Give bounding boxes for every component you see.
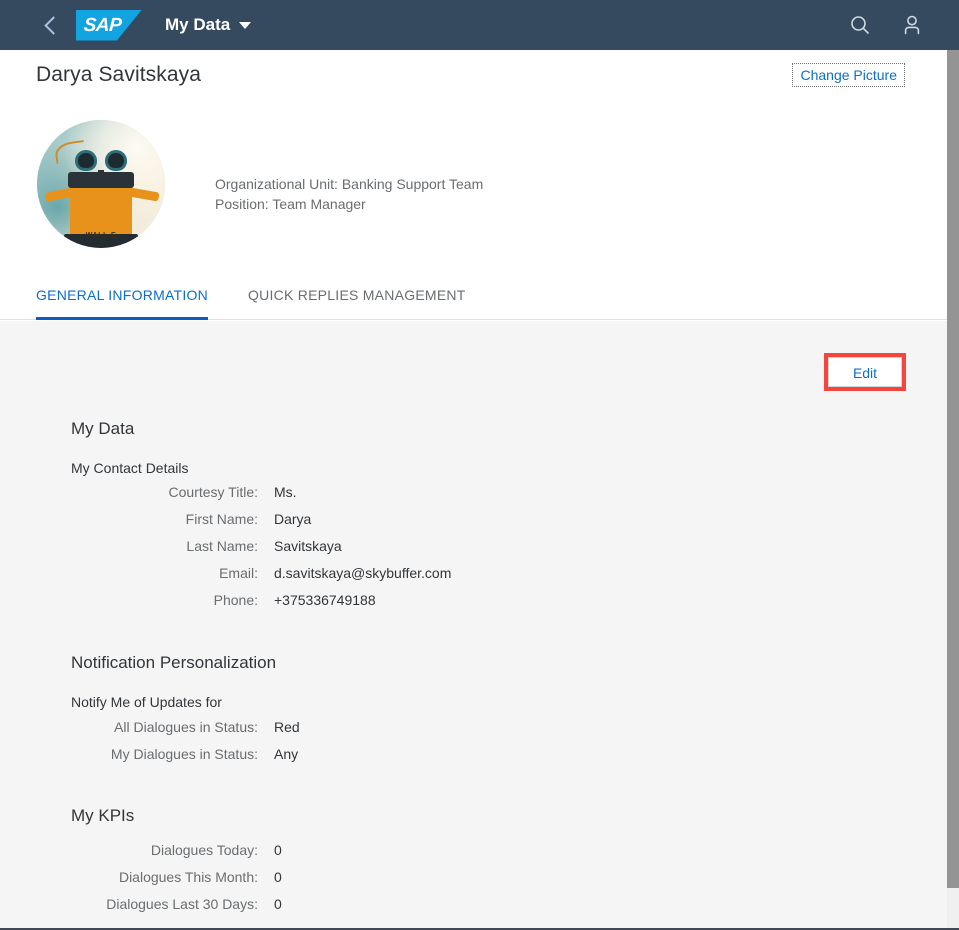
field-label: Courtesy Title:	[168, 484, 258, 500]
avatar-eyes	[75, 150, 127, 172]
section-title-my-data: My Data	[71, 419, 135, 438]
group-title-my-contact-details: My Contact Details	[71, 460, 189, 476]
field-row: Phone: +375336749188	[0, 592, 947, 619]
org-unit-line: Organizational Unit: Banking Support Tea…	[215, 176, 484, 192]
section-notification-personalization: Notification Personalization Notify Me o…	[0, 653, 947, 773]
field-row: Last Name: Savitskaya	[0, 538, 947, 565]
sap-logo-text: SAP	[82, 14, 123, 36]
field-label: My Dialogues in Status:	[110, 746, 258, 762]
content-area: Edit My Data My Contact Details Courtesy…	[0, 321, 947, 928]
vertical-scrollbar[interactable]	[947, 50, 959, 928]
field-value: Darya	[274, 511, 312, 527]
field-row: My Dialogues in Status: Any	[0, 746, 947, 773]
search-icon[interactable]	[847, 12, 873, 38]
field-row: All Dialogues in Status: Red	[0, 719, 947, 746]
field-value: Any	[274, 746, 299, 762]
app-root: SAP My Data Darya Savitskaya Change Pict…	[0, 0, 959, 930]
page-title: Darya Savitskaya	[36, 63, 201, 86]
field-label: Dialogues Last 30 Days:	[106, 896, 258, 912]
shell-actions	[847, 12, 925, 38]
back-button[interactable]	[34, 7, 68, 43]
avatar[interactable]: WALL-E	[37, 120, 165, 248]
field-value: Ms.	[274, 484, 297, 500]
chevron-down-icon	[239, 21, 252, 29]
shell-title-menu[interactable]: My Data	[165, 15, 252, 35]
sap-logo[interactable]: SAP	[76, 9, 142, 41]
field-row: Courtesy Title: Ms.	[0, 484, 947, 511]
chevron-left-icon	[43, 15, 63, 35]
scrollbar-thumb[interactable]	[947, 50, 959, 888]
field-label: Dialogues This Month:	[118, 869, 258, 885]
field-label: Phone:	[213, 592, 258, 608]
field-value: 0	[274, 842, 282, 858]
edit-button-highlight: Edit	[824, 353, 906, 391]
field-value: 0	[274, 869, 282, 885]
avatar-caption: WALL-E	[85, 232, 117, 239]
section-my-data: My Data My Contact Details Courtesy Titl…	[0, 419, 947, 619]
field-list-kpis: Dialogues Today: 0 Dialogues This Month:…	[0, 842, 947, 923]
field-list-my-contact-details: Courtesy Title: Ms. First Name: Darya La…	[0, 484, 947, 619]
shell-bar: SAP My Data	[0, 0, 959, 50]
field-value: 0	[274, 896, 282, 912]
avatar-eye-left	[75, 150, 97, 171]
section-my-kpis: My KPIs Dialogues Today: 0 Dialogues Thi…	[0, 806, 947, 923]
tab-general-information[interactable]: GENERAL INFORMATION	[36, 276, 208, 320]
avatar-body	[64, 172, 138, 248]
field-label: Last Name:	[186, 538, 258, 554]
field-label: First Name:	[185, 511, 258, 527]
section-title-my-kpis: My KPIs	[71, 806, 135, 825]
field-value: Red	[274, 719, 300, 735]
field-label: Email:	[219, 565, 258, 581]
field-value: Savitskaya	[274, 538, 342, 554]
field-list-notification: All Dialogues in Status: Red My Dialogue…	[0, 719, 947, 773]
object-header-meta: Organizational Unit: Banking Support Tea…	[215, 174, 483, 214]
group-title-notify-me-of-updates-for: Notify Me of Updates for	[71, 694, 222, 710]
change-picture-button[interactable]: Change Picture	[792, 63, 905, 87]
avatar-eye-right	[105, 150, 127, 171]
field-row: Dialogues Today: 0	[0, 842, 947, 869]
field-row: Dialogues Last 30 Days: 0	[0, 896, 947, 923]
edit-button[interactable]: Edit	[828, 357, 902, 387]
field-label: All Dialogues in Status:	[114, 719, 258, 735]
tab-quick-replies-management[interactable]: QUICK REPLIES MANAGEMENT	[248, 276, 466, 320]
section-title-notification-personalization: Notification Personalization	[71, 653, 277, 672]
icon-tab-bar: GENERAL INFORMATION QUICK REPLIES MANAGE…	[0, 276, 947, 320]
field-value: d.savitskaya@skybuffer.com	[274, 565, 452, 581]
position-line: Position: Team Manager	[215, 196, 366, 212]
user-icon[interactable]	[899, 12, 925, 38]
shell-title-label: My Data	[165, 15, 231, 34]
field-value: +375336749188	[274, 592, 376, 608]
field-row: First Name: Darya	[0, 511, 947, 538]
field-label: Dialogues Today:	[150, 842, 258, 858]
field-row: Email: d.savitskaya@skybuffer.com	[0, 565, 947, 592]
field-row: Dialogues This Month: 0	[0, 869, 947, 896]
